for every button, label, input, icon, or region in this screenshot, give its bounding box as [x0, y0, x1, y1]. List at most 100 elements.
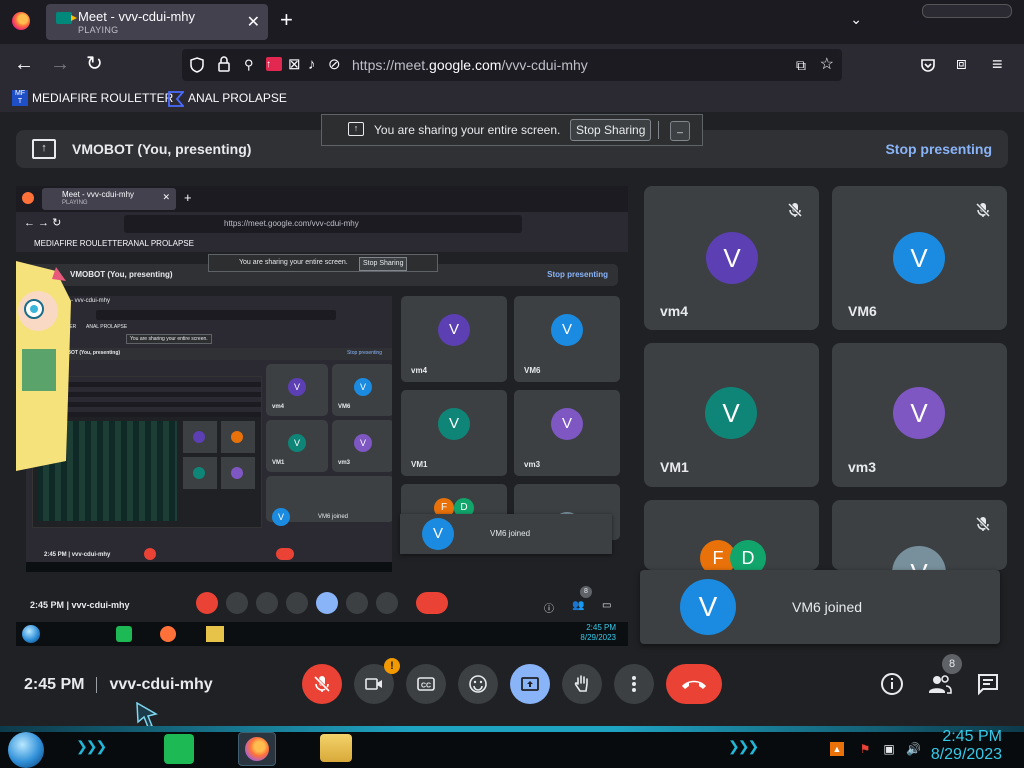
microphone-blocked-icon[interactable]: ♪ [308, 57, 316, 73]
url-bar[interactable]: ⚲ ↑ ⊠ ♪ ⊘ https://meet.google.com/vvv-cd… [182, 49, 842, 81]
window-controls[interactable] [922, 4, 1012, 18]
participant-tile-vm3[interactable]: V vm3 [832, 343, 1007, 487]
microphone-off-icon [313, 675, 331, 693]
present-now-button[interactable] [510, 664, 550, 704]
nested-emoji-button [286, 592, 308, 614]
picture-in-picture-icon[interactable]: ⧉ [796, 57, 806, 73]
camera-icon [365, 678, 382, 690]
nested-toast-avatar: V [422, 518, 454, 550]
meeting-details-button[interactable] [880, 672, 904, 696]
microphone-toggle-button[interactable] [302, 664, 342, 704]
camera-blocked-icon[interactable]: ⊠ [288, 57, 301, 73]
stop-sharing-button[interactable]: Stop Sharing [570, 119, 652, 141]
more-options-button[interactable] [614, 664, 654, 704]
browser-tab-bar: Meet - vvv-cdui-mhy PLAYING ✕ + ⌄ [0, 0, 1024, 44]
nested3-avatar-4 [231, 467, 243, 479]
camera-toggle-button[interactable]: ! [354, 658, 400, 704]
browser-nav-bar: ← → ↻ ⚲ ↑ ⊠ ♪ ⊘ https://meet.google.com/… [0, 44, 1024, 86]
shared-screen-preview: Meet - vvv-cdui-mhy PLAYING ✕ + ← → ↻ ht… [16, 186, 628, 646]
back-arrow-icon[interactable]: ← [14, 54, 34, 74]
cartoon-character-overlay [16, 261, 71, 471]
leave-call-button[interactable] [666, 664, 722, 704]
list-all-tabs-chevron-icon[interactable]: ⌄ [850, 11, 862, 28]
bookmark-mediafire-rouletter[interactable]: MEDIAFIRE ROULETTER [32, 91, 173, 105]
nested-name-vm6: VM6 [524, 366, 541, 375]
tab-playing-status: PLAYING [78, 25, 119, 35]
nested2-avatar-3: V [288, 434, 306, 452]
new-tab-icon[interactable]: + [280, 9, 293, 31]
muted-mic-icon [787, 202, 803, 218]
nested3-avatar-3 [193, 467, 205, 479]
meet-favicon-icon [56, 12, 77, 24]
tray-app-icon[interactable]: ▲ [830, 742, 844, 756]
forward-arrow-icon[interactable]: → [50, 54, 70, 74]
bookmark-star-icon[interactable]: ☆ [820, 57, 834, 73]
muted-mic-icon [975, 202, 991, 218]
nested2-end-call [276, 548, 294, 560]
participant-name: VM6 [848, 303, 877, 319]
screen-share-indicator-icon[interactable]: ↑ [266, 57, 282, 71]
toast-text: VM6 joined [792, 599, 863, 615]
taskbar-app-green[interactable] [164, 734, 194, 764]
tab-meet[interactable]: Meet - vvv-cdui-mhy PLAYING ✕ [46, 4, 268, 40]
taskbar-clock[interactable]: 2:45 PM 8/29/2023 [931, 728, 1002, 764]
stop-presenting-button[interactable]: Stop presenting [885, 141, 992, 157]
participant-tile-6[interactable]: V [832, 500, 1007, 570]
participant-name: vm4 [660, 303, 689, 319]
nested-people-count: 8 [580, 586, 592, 598]
taskbar-date: 8/29/2023 [930, 746, 1002, 763]
tray-volume-icon[interactable]: 🔊 [906, 742, 921, 756]
tray-flag-icon[interactable]: ⚑ [858, 742, 872, 756]
participant-tile-vm6[interactable]: V VM6 [832, 186, 1007, 330]
lock-icon[interactable] [218, 56, 230, 72]
bookmark-anal-prolapse[interactable]: ANAL PROLAPSE [188, 91, 287, 105]
nested-tab-title: Meet - vvv-cdui-mhy [62, 190, 135, 199]
nested2-toast-text: VM6 joined [318, 514, 349, 520]
avatar: V [892, 546, 946, 570]
avatar: D [730, 540, 766, 570]
pocket-icon[interactable] [920, 57, 936, 73]
reactions-button[interactable] [458, 664, 498, 704]
url-text[interactable]: https://meet.google.com/vvv-cdui-mhy [352, 57, 588, 73]
permissions-icon[interactable]: ⚲ [244, 57, 254, 73]
nested-sharing-banner: You are sharing your entire screen. Stop… [208, 254, 438, 272]
tracking-shield-icon[interactable] [190, 57, 204, 73]
nested-people-icon: 👥 [572, 600, 585, 611]
start-button[interactable] [8, 732, 44, 768]
raise-hand-button[interactable] [562, 664, 602, 704]
present-screen-icon: ↑ [32, 139, 56, 159]
nested-meet: VMOBOT (You, presenting) Stop presenting… [16, 252, 628, 622]
tray-network-icon[interactable]: ▣ [882, 742, 896, 756]
nested2-bookmark-2: ANAL PROLAPSE [86, 324, 128, 330]
decor-chevrons-icon: ❯❯❯ [76, 738, 107, 754]
chat-button[interactable] [976, 672, 1000, 696]
autoplay-blocked-icon[interactable]: ⊘ [328, 57, 341, 73]
participant-tile-vm1[interactable]: V VM1 [644, 343, 819, 487]
participant-tile-fd[interactable]: F D [644, 500, 819, 570]
people-button[interactable] [928, 672, 952, 696]
avatar: V [893, 387, 945, 439]
nested2-name-1: vm4 [272, 404, 285, 410]
extensions-icon[interactable]: ⧈ [956, 54, 967, 74]
taskbar-app-file-explorer[interactable] [320, 734, 352, 762]
nested-toast: V VM6 joined [400, 514, 612, 554]
participant-name: VM1 [660, 459, 689, 475]
presenting-label: VMOBOT (You, presenting) [72, 141, 252, 157]
reload-icon[interactable]: ↻ [86, 54, 103, 74]
emoji-icon [469, 675, 487, 693]
nested-presenting-text: VMOBOT (You, presenting) [70, 270, 173, 279]
firefox-logo-icon[interactable] [12, 12, 30, 30]
nested-avatar-vm1: V [438, 408, 470, 440]
taskbar-app-firefox[interactable] [238, 732, 276, 766]
close-tab-icon[interactable]: ✕ [247, 12, 260, 32]
nested-shared-screen: Meet - vvv-cdui-mhy ROULETTER ANAL PROLA… [26, 296, 392, 572]
nested-hand-button [346, 592, 368, 614]
decor-chevrons-right-icon: ❯❯❯ [728, 738, 759, 754]
nested-stop-presenting: Stop presenting [547, 270, 608, 279]
nested-more-button [376, 592, 398, 614]
nested-end-call [416, 592, 448, 614]
captions-button[interactable]: CC [406, 664, 446, 704]
menu-hamburger-icon[interactable]: ≡ [992, 54, 1003, 74]
minimize-banner-button[interactable]: _ [670, 121, 690, 141]
participant-tile-vm4[interactable]: V vm4 [644, 186, 819, 330]
